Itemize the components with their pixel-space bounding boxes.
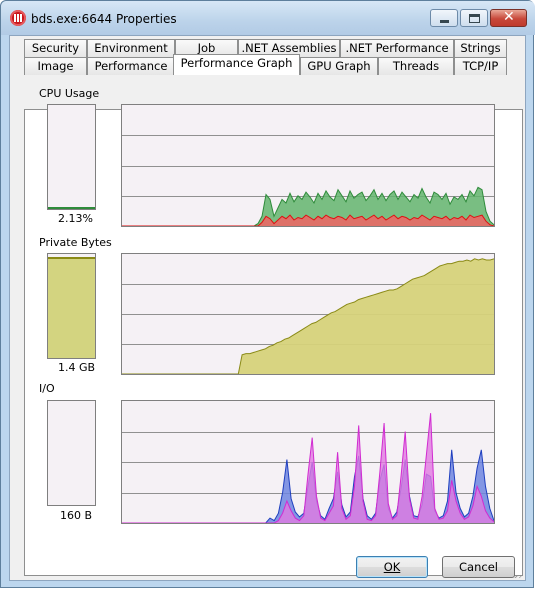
cancel-button[interactable]: Cancel <box>442 556 515 578</box>
maximize-icon <box>469 14 480 23</box>
private-bytes-graph <box>121 253 495 375</box>
window-title: bds.exe:6644 Properties <box>31 12 177 26</box>
io-meter <box>47 400 96 506</box>
process-app-icon <box>10 10 26 26</box>
private-bytes-value: 1.4 GB <box>58 361 96 374</box>
cpu-usage-graph-svg <box>122 135 494 226</box>
tab-tcpip[interactable]: TCP/IP <box>454 57 507 75</box>
tab-performance-graph[interactable]: Performance Graph <box>173 54 300 75</box>
tab-net-performance[interactable]: .NET Performance <box>340 39 454 57</box>
io-graph <box>121 400 495 524</box>
ok-button-label: OK <box>383 560 401 574</box>
maximize-button[interactable] <box>460 9 488 27</box>
cpu-usage-meter <box>47 104 96 210</box>
cancel-button-label: Cancel <box>459 560 498 574</box>
tab-threads[interactable]: Threads <box>378 57 454 75</box>
cpu-usage-graph <box>121 104 495 227</box>
ok-button[interactable]: OK <box>356 556 428 578</box>
io-graph-svg <box>122 413 494 523</box>
tab-image[interactable]: Image <box>24 57 87 75</box>
tab-performance[interactable]: Performance <box>87 57 175 75</box>
dialog-client-area: Security Environment Job .NET Assemblies… <box>9 35 526 581</box>
io-value: 160 B <box>60 509 93 522</box>
cpu-usage-label: CPU Usage <box>39 87 100 100</box>
io-write-series-area <box>122 413 494 523</box>
private-bytes-graph-svg <box>122 258 494 374</box>
close-button[interactable]: ✕ <box>490 9 527 27</box>
cpu-usage-value: 2.13% <box>58 212 93 225</box>
close-icon: ✕ <box>503 9 515 25</box>
private-bytes-label: Private Bytes <box>39 236 112 249</box>
private-bytes-meter-fill <box>48 257 95 358</box>
tab-security[interactable]: Security <box>24 39 87 57</box>
tab-strings[interactable]: Strings <box>454 39 507 57</box>
private-bytes-series-area <box>122 258 494 374</box>
minimize-button[interactable] <box>430 9 458 27</box>
properties-window: bds.exe:6644 Properties ✕ Security Envir… <box>0 0 535 588</box>
tab-environment[interactable]: Environment <box>87 39 175 57</box>
cpu-usage-meter-fill <box>48 206 95 209</box>
tab-gpu-graph[interactable]: GPU Graph <box>300 57 378 75</box>
io-label: I/O <box>39 382 55 395</box>
minimize-icon <box>440 20 449 23</box>
title-bar[interactable]: bds.exe:6644 Properties ✕ <box>1 1 535 35</box>
private-bytes-meter <box>47 253 96 359</box>
